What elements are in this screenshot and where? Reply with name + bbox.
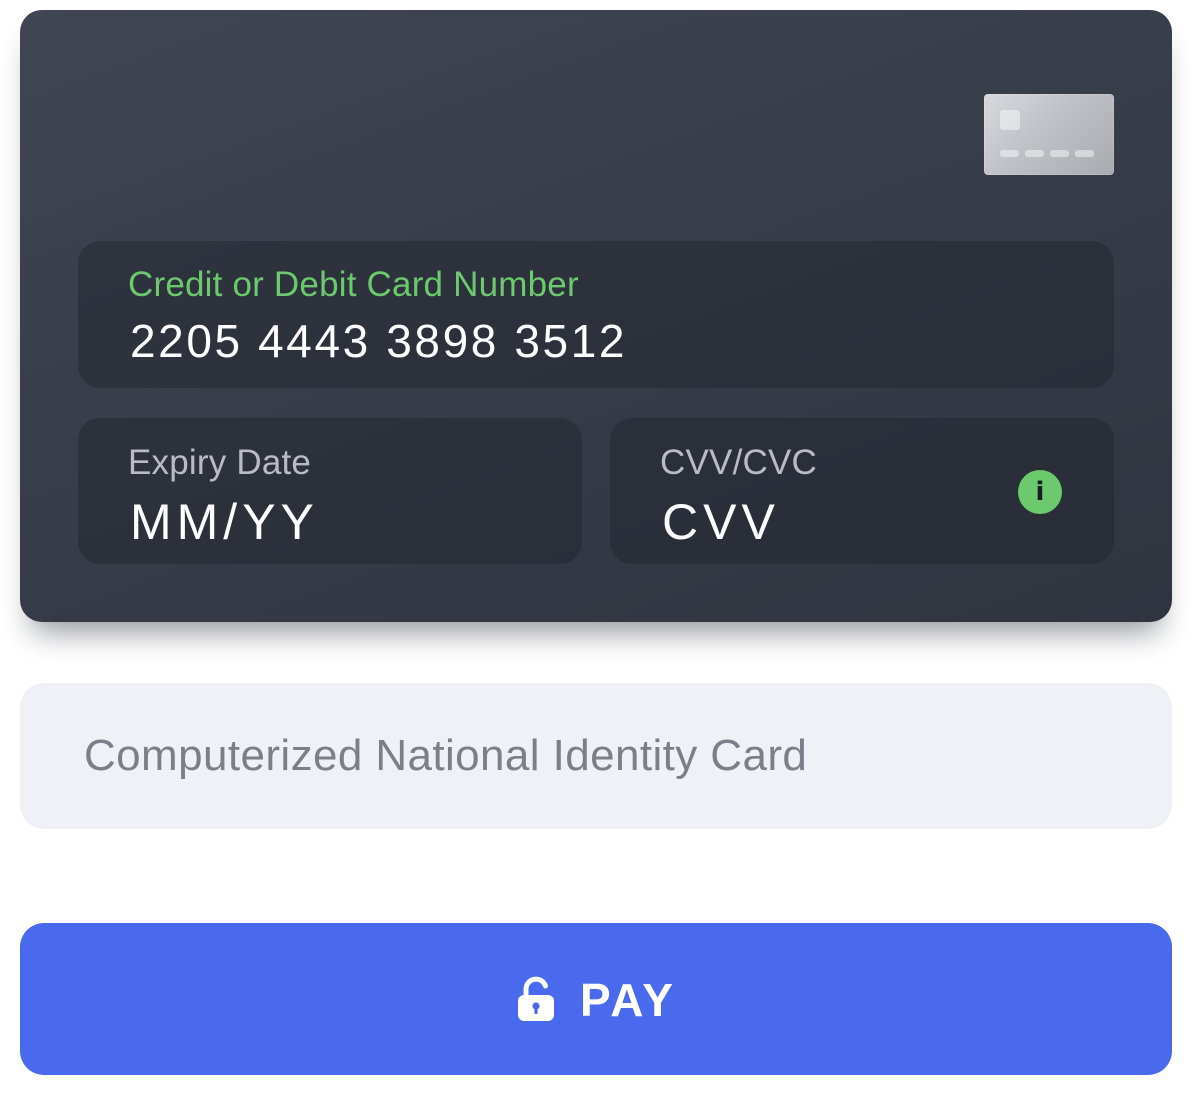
chip-dashes <box>1000 150 1094 157</box>
pay-label: PAY <box>580 974 676 1026</box>
payment-card: Credit or Debit Card Number 2205 4443 38… <box>20 10 1172 622</box>
expiry-date-placeholder[interactable]: MM/YY <box>130 496 319 548</box>
pay-button[interactable]: PAY <box>20 923 1172 1075</box>
card-number-field[interactable]: Credit or Debit Card Number 2205 4443 38… <box>78 241 1114 388</box>
chip-dash <box>1075 150 1094 157</box>
info-icon[interactable]: i <box>1018 470 1062 514</box>
cvv-placeholder[interactable]: CVV <box>662 496 780 548</box>
expiry-date-field[interactable]: Expiry Date MM/YY <box>78 418 582 564</box>
card-number-label: Credit or Debit Card Number <box>128 265 579 304</box>
card-chip-icon <box>984 94 1114 175</box>
cvv-field[interactable]: CVV/CVC CVV i <box>610 418 1114 564</box>
cvv-label: CVV/CVC <box>660 443 817 482</box>
chip-dash <box>1025 150 1044 157</box>
chip-dash <box>1000 150 1019 157</box>
lock-icon <box>518 976 555 1021</box>
expiry-date-label: Expiry Date <box>128 443 312 482</box>
card-number-value[interactable]: 2205 4443 3898 3512 <box>130 315 627 367</box>
chip-square <box>1000 110 1020 130</box>
cnic-input[interactable] <box>20 683 1172 829</box>
chip-dash <box>1050 150 1069 157</box>
